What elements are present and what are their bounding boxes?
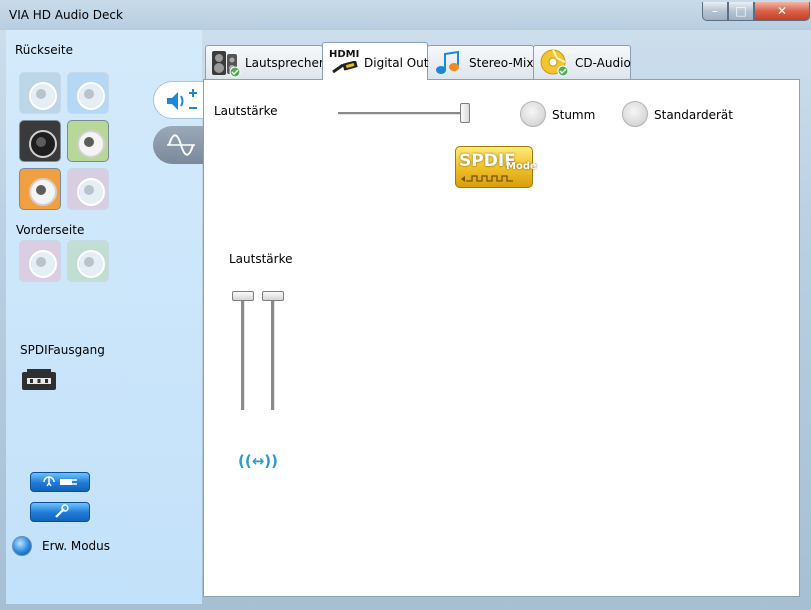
- rear-jack-1[interactable]: [19, 72, 61, 114]
- tab-label: Lautsprecher: [245, 56, 324, 70]
- jack-hole: [36, 137, 46, 147]
- volume-label: Lautstärke: [214, 104, 278, 118]
- master-volume-slider-track[interactable]: [338, 112, 470, 115]
- close-button[interactable]: ✕: [754, 2, 810, 21]
- sine-wave-icon: [167, 134, 195, 156]
- speaker-icon: [212, 51, 241, 78]
- tab-lautsprecher[interactable]: Lautsprecher: [205, 45, 324, 79]
- cd-icon: [540, 49, 569, 77]
- hdmi-icon: HDMI: [329, 49, 359, 74]
- right-channel-slider-thumb[interactable]: [262, 291, 284, 301]
- rear-label: Rückseite: [15, 43, 74, 57]
- tab-stereo-mix[interactable]: Stereo-Mix: [427, 45, 534, 79]
- jack-hole: [36, 257, 46, 267]
- rear-jack-2[interactable]: [67, 72, 109, 114]
- title-bar[interactable]: VIA HD Audio Deck – □ ✕: [0, 0, 811, 30]
- spdif-output-label: SPDIFausgang: [20, 343, 105, 357]
- sidetab-equalizer[interactable]: [153, 126, 205, 164]
- spdif-mode-button[interactable]: SPDIF Mode: [455, 146, 537, 188]
- tab-label: CD-Audio: [575, 56, 631, 70]
- tab-digital-out[interactable]: HDMI Digital Out: [322, 42, 429, 80]
- rear-jack-5[interactable]: [19, 168, 61, 210]
- rear-jack-4[interactable]: [67, 120, 109, 162]
- default-device-button[interactable]: [622, 101, 648, 127]
- front-jack-1[interactable]: [19, 240, 61, 282]
- mute-button[interactable]: [520, 101, 546, 127]
- rear-jack-6[interactable]: [67, 168, 109, 210]
- minimize-button[interactable]: –: [702, 2, 728, 21]
- spdif-connector-icon[interactable]: [21, 368, 57, 392]
- front-label: Vorderseite: [16, 223, 85, 237]
- advanced-mode-radio[interactable]: [12, 536, 32, 556]
- digital-signal-icon: [461, 175, 513, 182]
- jack-hole: [84, 257, 94, 267]
- tab-cd-audio[interactable]: CD-Audio: [533, 45, 631, 79]
- music-note-icon: [436, 50, 459, 74]
- window-title: VIA HD Audio Deck: [9, 8, 123, 22]
- jack-hole: [36, 89, 46, 99]
- front-jack-2[interactable]: [67, 240, 109, 282]
- caption-buttons: – □ ✕: [702, 2, 810, 22]
- connection-settings-button[interactable]: [30, 472, 90, 492]
- rear-jack-3[interactable]: [19, 120, 61, 162]
- volume-plus-minus-icon: [167, 89, 197, 110]
- plug-icon: [43, 476, 77, 487]
- tab-label: Digital Out: [364, 56, 429, 70]
- channel-volume-label: Lautstärke: [229, 252, 293, 266]
- spdif-badge-subtext: Mode: [506, 161, 537, 172]
- wrench-icon: [55, 504, 69, 518]
- channel-link-icon[interactable]: ((↔)): [238, 452, 278, 474]
- close-icon: ✕: [776, 4, 788, 18]
- advanced-mode-label: Erw. Modus: [42, 539, 111, 553]
- master-volume-slider-thumb[interactable]: [460, 103, 470, 123]
- default-device-label: Standarderät: [654, 108, 733, 122]
- sidetab-volume[interactable]: [153, 81, 205, 119]
- left-channel-slider-thumb[interactable]: [232, 291, 254, 301]
- minimize-icon: –: [712, 4, 718, 18]
- jack-hole: [84, 185, 94, 195]
- tools-button[interactable]: [30, 502, 90, 522]
- maximize-icon: □: [735, 4, 747, 18]
- left-channel-slider-track[interactable]: [241, 296, 245, 410]
- app-window: VIA HD Audio Deck – □ ✕ Rückseite Vorder…: [0, 0, 811, 610]
- maximize-button[interactable]: □: [728, 2, 754, 21]
- jack-hole: [84, 137, 94, 147]
- tab-label: Stereo-Mix: [469, 56, 534, 70]
- jack-hole: [36, 185, 46, 195]
- jack-hole: [84, 89, 94, 99]
- right-channel-slider-track[interactable]: [271, 296, 275, 410]
- mute-label: Stumm: [552, 108, 596, 122]
